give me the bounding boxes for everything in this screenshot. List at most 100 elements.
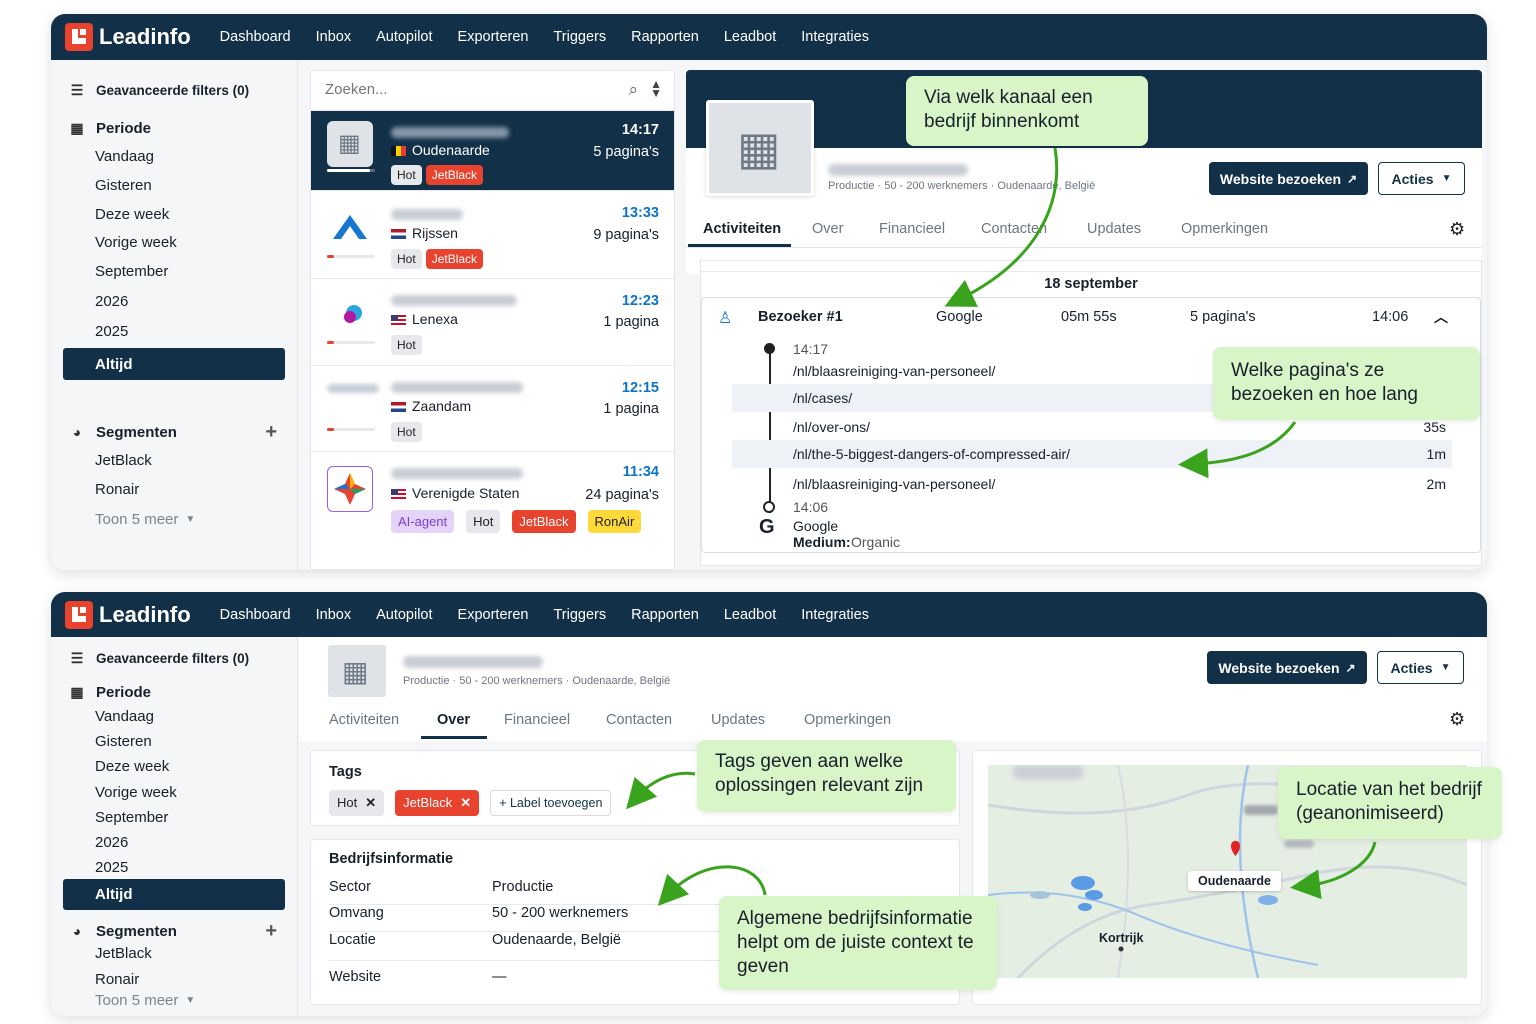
callout-tags-text: Tags geven aan welke oplossingen relevan… [715, 751, 924, 796]
medium-label: Medium: [793, 534, 851, 550]
tab-over[interactable]: Over [812, 221, 843, 237]
nav-triggers[interactable]: Triggers [553, 607, 606, 623]
nav-triggers[interactable]: Triggers [553, 29, 606, 45]
flag-us-icon [391, 489, 406, 500]
tab-opmerkingen[interactable]: Opmerkingen [804, 712, 891, 728]
map-city-label: Oudenaarde [1188, 871, 1281, 891]
visit-website-button[interactable]: Website bezoeken ↗ [1209, 162, 1368, 195]
lead-tags: AI-agent Hot JetBlack RonAir [391, 510, 645, 533]
period-today[interactable]: Vandaag [63, 141, 285, 171]
nav-integraties[interactable]: Integraties [801, 607, 869, 623]
tab-contacten[interactable]: Contacten [981, 221, 1047, 237]
company-name [828, 163, 968, 181]
visit-row[interactable]: /nl/blaasreiniging-van-personeel/2m [702, 470, 1480, 498]
tab-activiteiten[interactable]: Activiteiten [703, 221, 781, 237]
period-always[interactable]: Altijd [63, 348, 285, 380]
tab-activiteiten[interactable]: Activiteiten [329, 712, 399, 728]
lead-tags: Hot [391, 422, 426, 442]
lead-item-oudenaarde[interactable]: ▦ Oudenaarde 14:17 5 pagina's Hot JetBlac… [311, 111, 674, 191]
advanced-filters[interactable]: ☰ Geavanceerde filters (0) [63, 643, 285, 673]
tab-contacten[interactable]: Contacten [606, 712, 672, 728]
period-last-week[interactable]: Vorige week [63, 227, 285, 257]
period-yesterday[interactable]: Gisteren [63, 170, 285, 200]
gear-icon[interactable]: ⚙ [1449, 709, 1465, 730]
period-2026[interactable]: 2026 [63, 286, 285, 316]
end-source: Google [793, 518, 839, 534]
nav-dashboard[interactable]: Dashboard [220, 29, 291, 45]
nav-rapporten[interactable]: Rapporten [631, 607, 699, 623]
nav-leadbot[interactable]: Leadbot [724, 29, 776, 45]
tab-updates[interactable]: Updates [1087, 221, 1141, 237]
nav-rapporten[interactable]: Rapporten [631, 29, 699, 45]
leadinfo-logo[interactable]: Leadinfo [65, 600, 191, 629]
actions-button[interactable]: Acties ▼ [1377, 651, 1464, 684]
lead-pages: 9 pagina's [593, 227, 659, 243]
advanced-filters[interactable]: ☰ Geavanceerde filters (0) [63, 75, 285, 105]
lead-pages: 1 pagina [603, 401, 659, 417]
nav-dashboard[interactable]: Dashboard [220, 607, 291, 623]
callout-pages-text: Welke pagina's ze bezoeken en hoe lang [1231, 360, 1418, 405]
add-label-button[interactable]: + Label toevoegen [490, 790, 612, 816]
lead-city-label: Rijssen [412, 225, 458, 241]
visit-row[interactable]: /nl/the-5-biggest-dangers-of-compressed-… [732, 440, 1452, 468]
lead-progress-bar [327, 169, 375, 172]
actions-label: Acties [1391, 170, 1434, 187]
lead-item-zaandam[interactable]: Zaandam 12:15 1 pagina Hot [311, 366, 674, 452]
period-2025[interactable]: 2025 [63, 852, 285, 882]
leadinfo-logo[interactable]: Leadinfo [65, 23, 191, 51]
period-always[interactable]: Altijd [63, 879, 285, 910]
caret-down-icon: ▼ [1441, 173, 1452, 184]
nav-exporteren[interactable]: Exporteren [458, 29, 529, 45]
lead-time: 14:17 [621, 122, 659, 138]
nav-autopilot[interactable]: Autopilot [376, 607, 432, 623]
show-more-segments[interactable]: Toon 5 meer ▼ [63, 985, 285, 1015]
search-input[interactable] [325, 81, 605, 98]
tag-jetblack-label: JetBlack [403, 795, 453, 810]
nav-inbox[interactable]: Inbox [316, 607, 351, 623]
info-value: Oudenaarde, België [492, 932, 621, 948]
info-label: Sector [329, 879, 371, 895]
actions-button[interactable]: Acties ▼ [1378, 162, 1465, 195]
visit-url: /nl/over-ons/ [793, 419, 871, 435]
info-value[interactable]: — [492, 969, 507, 985]
lead-tags: Hot [391, 335, 426, 355]
logo-text: Leadinfo [99, 24, 191, 49]
period-2025[interactable]: 2025 [63, 316, 285, 346]
sort-icon[interactable]: ▲ ▼ [650, 78, 662, 99]
advanced-filters-label: Geavanceerde filters (0) [96, 82, 250, 98]
period-this-week[interactable]: Deze week [63, 199, 285, 229]
show-more-segments[interactable]: Toon 5 meer ▼ [63, 504, 285, 534]
nav-leadbot[interactable]: Leadbot [724, 607, 776, 623]
lead-progress-bar [327, 428, 375, 431]
lead-item-rijssen[interactable]: Rijssen 13:33 9 pagina's Hot JetBlack [311, 191, 674, 279]
segment-jetblack[interactable]: JetBlack [63, 445, 285, 475]
callout-channel-text: Via welk kanaal een bedrijf binnenkomt [924, 87, 1093, 132]
tab-financieel[interactable]: Financieel [879, 221, 945, 237]
tab-opmerkingen[interactable]: Opmerkingen [1181, 221, 1268, 237]
remove-tag-icon[interactable]: ✕ [460, 795, 471, 810]
gear-icon[interactable]: ⚙ [1449, 219, 1465, 240]
lead-item-verenigde-staten[interactable]: Verenigde Staten 11:34 24 pagina's AI-ag… [311, 452, 674, 569]
segment-ronair[interactable]: Ronair [63, 474, 285, 504]
nav-exporteren[interactable]: Exporteren [458, 607, 529, 623]
search-icon[interactable]: ⌕ [628, 80, 638, 100]
nav-integraties[interactable]: Integraties [801, 29, 869, 45]
period-september[interactable]: September [63, 256, 285, 286]
remove-tag-icon[interactable]: ✕ [365, 795, 376, 810]
lead-tags: Hot JetBlack [391, 249, 487, 269]
visit-url: /nl/the-5-biggest-dangers-of-compressed-… [793, 446, 1071, 462]
tab-financieel[interactable]: Financieel [504, 712, 570, 728]
tab-updates[interactable]: Updates [711, 712, 765, 728]
nav-inbox[interactable]: Inbox [316, 29, 351, 45]
activity-date: 18 september [1044, 276, 1138, 292]
timeline-start-dot [764, 343, 775, 354]
collapse-chevron-icon[interactable]: ︿ [1434, 307, 1448, 327]
visit-website-button[interactable]: Website bezoeken ↗ [1207, 651, 1367, 684]
building-icon: ▦ [327, 121, 373, 167]
add-segment-icon[interactable]: + [265, 421, 277, 444]
lead-progress-bar [327, 341, 375, 344]
nav-autopilot[interactable]: Autopilot [376, 29, 432, 45]
lead-item-lenexa[interactable]: Lenexa 12:23 1 pagina Hot [311, 279, 674, 366]
logo-icon [65, 23, 93, 51]
tab-over[interactable]: Over [437, 712, 470, 728]
